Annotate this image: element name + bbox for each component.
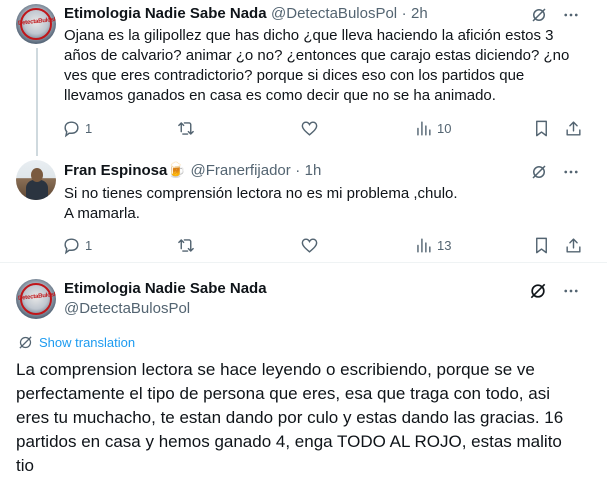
timestamp[interactable]: 1h xyxy=(305,162,322,179)
dot-separator: · xyxy=(401,5,407,22)
show-translation-label[interactable]: Show translation xyxy=(39,335,135,350)
bookmark-button[interactable] xyxy=(532,119,551,138)
main-tweet: DetectaBulosPol Etimologia Nadie Sabe Na… xyxy=(0,263,607,491)
views-button[interactable]: 13 xyxy=(414,236,451,255)
share-icon xyxy=(566,238,581,253)
like-icon xyxy=(301,238,318,253)
timestamp[interactable]: 2h xyxy=(411,5,428,22)
avatar-figure-head xyxy=(31,168,43,182)
more-icon[interactable] xyxy=(562,6,580,24)
share-button[interactable] xyxy=(564,236,583,255)
bookmark-icon xyxy=(536,237,547,254)
tweet-text-line: La comprension lectora se hace leyendo o… xyxy=(16,360,535,379)
user-handle[interactable]: @DetectaBulosPol xyxy=(271,5,397,22)
views-button[interactable]: 10 xyxy=(414,119,451,138)
dot-separator: · xyxy=(295,162,301,179)
grok-icon[interactable] xyxy=(530,6,548,24)
tweet-header: Fran Espinosa🍺 @Franerfijador · 1h xyxy=(64,161,321,181)
avatar[interactable]: DetectaBulosPol xyxy=(16,4,56,44)
avatar-figure-body xyxy=(26,180,48,200)
tweet-text-line: Si no tienes comprensión lectora no es m… xyxy=(64,185,458,202)
grok-icon[interactable] xyxy=(530,163,548,181)
tweet-text: Ojana es la gilipollez que has dicho ¿qu… xyxy=(64,26,594,106)
like-button[interactable] xyxy=(300,236,319,255)
tweet-corner-actions xyxy=(528,281,580,301)
user-handle[interactable]: @DetectaBulosPol xyxy=(64,300,190,317)
main-tweet-handle: @DetectaBulosPol xyxy=(64,299,190,319)
bookmark-button[interactable] xyxy=(532,236,551,255)
views-icon xyxy=(417,238,431,253)
tweet-text-line: ves que eres contradictorio? porque si d… xyxy=(64,67,525,84)
display-name[interactable]: Etimologia Nadie Sabe Nada xyxy=(64,280,267,297)
reply-button[interactable]: 1 xyxy=(62,119,92,138)
retweet-icon xyxy=(178,122,194,135)
reply-icon xyxy=(64,238,79,255)
grok-icon[interactable] xyxy=(528,281,548,301)
tweet-text-line: años de calvario? animar ¿o no? ¿entonce… xyxy=(64,47,570,64)
avatar[interactable] xyxy=(16,160,56,200)
views-icon xyxy=(417,121,431,136)
tweet-corner-actions xyxy=(530,6,580,24)
like-icon xyxy=(301,121,318,136)
views-count: 10 xyxy=(437,121,452,136)
like-button[interactable] xyxy=(300,119,319,138)
more-icon[interactable] xyxy=(562,282,580,300)
tweet-text-line: partidos en casa y hemos ganado 4, enga … xyxy=(16,432,562,451)
tweet-text: Si no tienes comprensión lectora no es m… xyxy=(64,184,594,224)
tweet-text-line: llevamos ganados en casa es como decir q… xyxy=(64,87,496,104)
tweet-text-line: perfectamente el tipo de persona que ere… xyxy=(16,384,550,403)
tweet-text-line: tio xyxy=(16,456,34,475)
tweet-header: Etimologia Nadie Sabe Nada @DetectaBulos… xyxy=(64,4,428,24)
bookmark-icon xyxy=(536,120,547,137)
action-bar: 1 10 xyxy=(62,119,587,139)
tweet-corner-actions xyxy=(530,163,580,181)
reply-count: 1 xyxy=(85,121,93,136)
reply-count: 1 xyxy=(85,238,93,253)
reply-icon xyxy=(64,121,79,138)
reply-tweet-1[interactable]: DetectaBulosPol Etimologia Nadie Sabe Na… xyxy=(0,0,607,156)
views-count: 13 xyxy=(437,238,452,253)
reply-button[interactable]: 1 xyxy=(62,236,92,255)
tweet-text-line: A mamarla. xyxy=(64,205,140,222)
retweet-icon xyxy=(178,239,194,252)
show-translation-link[interactable]: Show translation xyxy=(18,335,135,350)
share-button[interactable] xyxy=(564,119,583,138)
tweet-text-line: Ojana es la gilipollez que has dicho ¿qu… xyxy=(64,27,554,44)
user-handle[interactable]: @Franerfijador xyxy=(191,162,291,179)
main-tweet-text: La comprension lectora se hace leyendo o… xyxy=(16,358,591,478)
avatar[interactable]: DetectaBulosPol xyxy=(16,279,56,319)
share-icon xyxy=(566,121,581,136)
main-tweet-name: Etimologia Nadie Sabe Nada xyxy=(64,279,267,299)
display-name[interactable]: Etimologia Nadie Sabe Nada xyxy=(64,5,267,22)
tweet-text-line: eres tu muchacho, te estan dando por cul… xyxy=(16,408,564,427)
retweet-button[interactable] xyxy=(176,119,196,138)
display-name[interactable]: Fran Espinosa🍺 xyxy=(64,162,186,179)
more-icon[interactable] xyxy=(562,163,580,181)
action-bar: 1 13 xyxy=(62,236,587,256)
translate-icon xyxy=(19,336,32,349)
reply-tweet-2[interactable]: Fran Espinosa🍺 @Franerfijador · 1h Si no… xyxy=(0,156,607,262)
retweet-button[interactable] xyxy=(176,236,196,255)
